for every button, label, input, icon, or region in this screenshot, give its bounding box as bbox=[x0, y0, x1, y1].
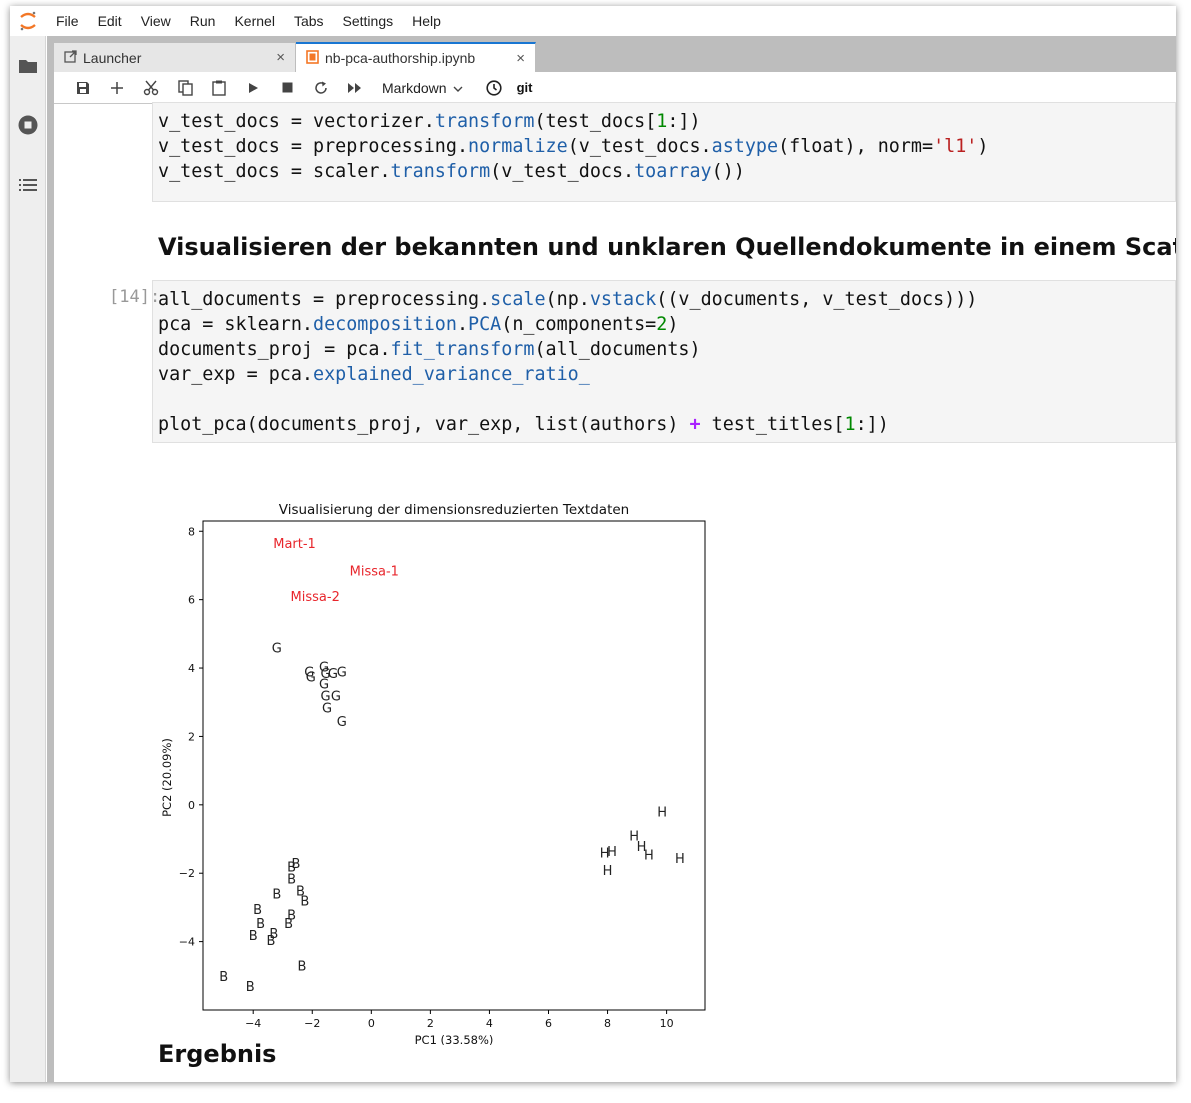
running-kernels-icon[interactable] bbox=[18, 115, 38, 135]
notebook-icon bbox=[306, 49, 319, 67]
scatter-point-B: B bbox=[256, 917, 265, 932]
tab-launcher[interactable]: Launcher × bbox=[54, 43, 296, 72]
scatter-point-H: H bbox=[644, 848, 654, 863]
y-tick-label: 2 bbox=[188, 730, 195, 743]
left-sidebar bbox=[10, 36, 46, 1082]
fast-forward-icon[interactable] bbox=[338, 76, 372, 100]
cell-type-select[interactable]: Markdown bbox=[382, 80, 463, 96]
x-tick-label: 8 bbox=[604, 1017, 611, 1030]
scatter-point-B: B bbox=[269, 927, 278, 942]
code-line: documents_proj = pca.fit_transform(all_d… bbox=[158, 339, 701, 360]
cut-icon[interactable] bbox=[134, 76, 168, 100]
tab-bar: Launcher × nb-pca-authorship.ipynb × bbox=[54, 42, 1176, 72]
code-line: v_test_docs = vectorizer.transform(test_… bbox=[158, 111, 701, 132]
folder-icon[interactable] bbox=[18, 56, 38, 76]
scatter-point-G: G bbox=[331, 689, 341, 704]
tab-notebook[interactable]: nb-pca-authorship.ipynb × bbox=[296, 42, 536, 72]
cell-prompt: [14]: bbox=[109, 287, 161, 307]
scatter-point-H: H bbox=[607, 845, 617, 860]
tab-launcher-close-icon[interactable]: × bbox=[276, 49, 285, 66]
notebook-cells: v_test_docs = vectorizer.transform(test_… bbox=[54, 102, 1176, 1082]
y-tick-label: −2 bbox=[179, 867, 195, 880]
markdown-heading-visualisieren: Visualisieren der bekannten und unklaren… bbox=[158, 233, 1176, 261]
code-line: v_test_docs = scaler.transform(v_test_do… bbox=[158, 161, 745, 182]
menu-tabs[interactable]: Tabs bbox=[294, 13, 324, 29]
scatter-point-G: G bbox=[337, 665, 347, 680]
scatter-point-G: G bbox=[306, 671, 316, 686]
notebook-panel: Markdown git v_test_docs = vectorizer.tr… bbox=[54, 72, 1176, 1082]
code-line: all_documents = preprocessing.scale(np.v… bbox=[158, 289, 978, 310]
pca-scatter-plot: Visualisierung der dimensionsreduzierten… bbox=[160, 502, 706, 1045]
x-tick-label: 4 bbox=[486, 1017, 493, 1030]
scatter-point-B: B bbox=[246, 980, 255, 995]
cell-type-value: Markdown bbox=[382, 79, 447, 96]
scatter-point-B: B bbox=[297, 960, 306, 975]
tab-launcher-label: Launcher bbox=[83, 49, 142, 66]
run-icon[interactable] bbox=[236, 76, 270, 100]
scatter-point-H: H bbox=[657, 806, 667, 821]
x-tick-label: 10 bbox=[660, 1017, 674, 1030]
test-doc-label: Missa-2 bbox=[291, 590, 340, 605]
tab-notebook-close-icon[interactable]: × bbox=[516, 50, 525, 67]
save-icon[interactable] bbox=[66, 76, 100, 100]
y-axis-label: PC2 (20.09%) bbox=[160, 738, 174, 817]
menu-bar: File Edit View Run Kernel Tabs Settings … bbox=[10, 6, 1176, 36]
scatter-point-B: B bbox=[272, 888, 281, 903]
menu-kernel[interactable]: Kernel bbox=[234, 13, 274, 29]
scatter-point-B: B bbox=[300, 895, 309, 910]
add-cell-icon[interactable] bbox=[100, 76, 134, 100]
code-cell-2[interactable]: all_documents = preprocessing.scale(np.v… bbox=[152, 280, 1176, 443]
y-tick-label: 4 bbox=[188, 662, 195, 675]
y-tick-label: 0 bbox=[188, 799, 195, 812]
code-line: v_test_docs = preprocessing.normalize(v_… bbox=[158, 136, 989, 157]
y-tick-label: 8 bbox=[188, 525, 195, 538]
chevron-down-icon bbox=[453, 80, 463, 96]
paste-icon[interactable] bbox=[202, 76, 236, 100]
menu-help[interactable]: Help bbox=[412, 13, 441, 29]
y-tick-label: 6 bbox=[188, 594, 195, 607]
git-button[interactable]: git bbox=[517, 80, 533, 95]
menu-edit[interactable]: Edit bbox=[98, 13, 122, 29]
launch-icon bbox=[64, 49, 77, 66]
scatter-point-B: B bbox=[287, 872, 296, 887]
restart-icon[interactable] bbox=[304, 76, 338, 100]
scatter-point-G: G bbox=[272, 642, 282, 657]
code-line: var_exp = pca.explained_variance_ratio_ bbox=[158, 364, 590, 385]
scatter-point-B: B bbox=[292, 857, 301, 872]
y-tick-label: −4 bbox=[179, 936, 195, 949]
x-tick-label: 2 bbox=[427, 1017, 434, 1030]
menu-file[interactable]: File bbox=[56, 13, 79, 29]
chart-title: Visualisierung der dimensionsreduzierten… bbox=[279, 502, 629, 518]
x-axis-label: PC1 (33.58%) bbox=[415, 1033, 494, 1045]
copy-icon[interactable] bbox=[168, 76, 202, 100]
x-tick-label: −4 bbox=[245, 1017, 261, 1030]
scatter-point-G: G bbox=[322, 701, 332, 716]
test-doc-label: Missa-1 bbox=[350, 565, 399, 580]
clock-icon[interactable] bbox=[477, 76, 511, 100]
tab-notebook-label: nb-pca-authorship.ipynb bbox=[325, 50, 476, 66]
x-tick-label: 0 bbox=[368, 1017, 375, 1030]
code-line: plot_pca(documents_proj, var_exp, list(a… bbox=[158, 414, 889, 435]
menu-run[interactable]: Run bbox=[190, 13, 216, 29]
table-of-contents-icon[interactable] bbox=[18, 175, 38, 195]
notebook-toolbar: Markdown git bbox=[54, 72, 1176, 104]
scatter-point-B: B bbox=[219, 970, 228, 985]
scatter-point-B: B bbox=[284, 917, 293, 932]
test-doc-label: Mart-1 bbox=[273, 537, 316, 552]
menu-settings[interactable]: Settings bbox=[343, 13, 394, 29]
scatter-point-H: H bbox=[675, 852, 685, 867]
menu-view[interactable]: View bbox=[141, 13, 171, 29]
code-line: pca = sklearn.decomposition.PCA(n_compon… bbox=[158, 314, 679, 335]
scatter-point-G: G bbox=[337, 715, 347, 730]
scatter-point-H: H bbox=[603, 864, 613, 879]
stop-icon[interactable] bbox=[270, 76, 304, 100]
jupyterlab-window: File Edit View Run Kernel Tabs Settings … bbox=[10, 6, 1176, 1082]
code-cell-1[interactable]: v_test_docs = vectorizer.transform(test_… bbox=[152, 102, 1176, 202]
jupyter-logo-icon bbox=[10, 6, 46, 36]
x-tick-label: 6 bbox=[545, 1017, 552, 1030]
x-tick-label: −2 bbox=[304, 1017, 320, 1030]
